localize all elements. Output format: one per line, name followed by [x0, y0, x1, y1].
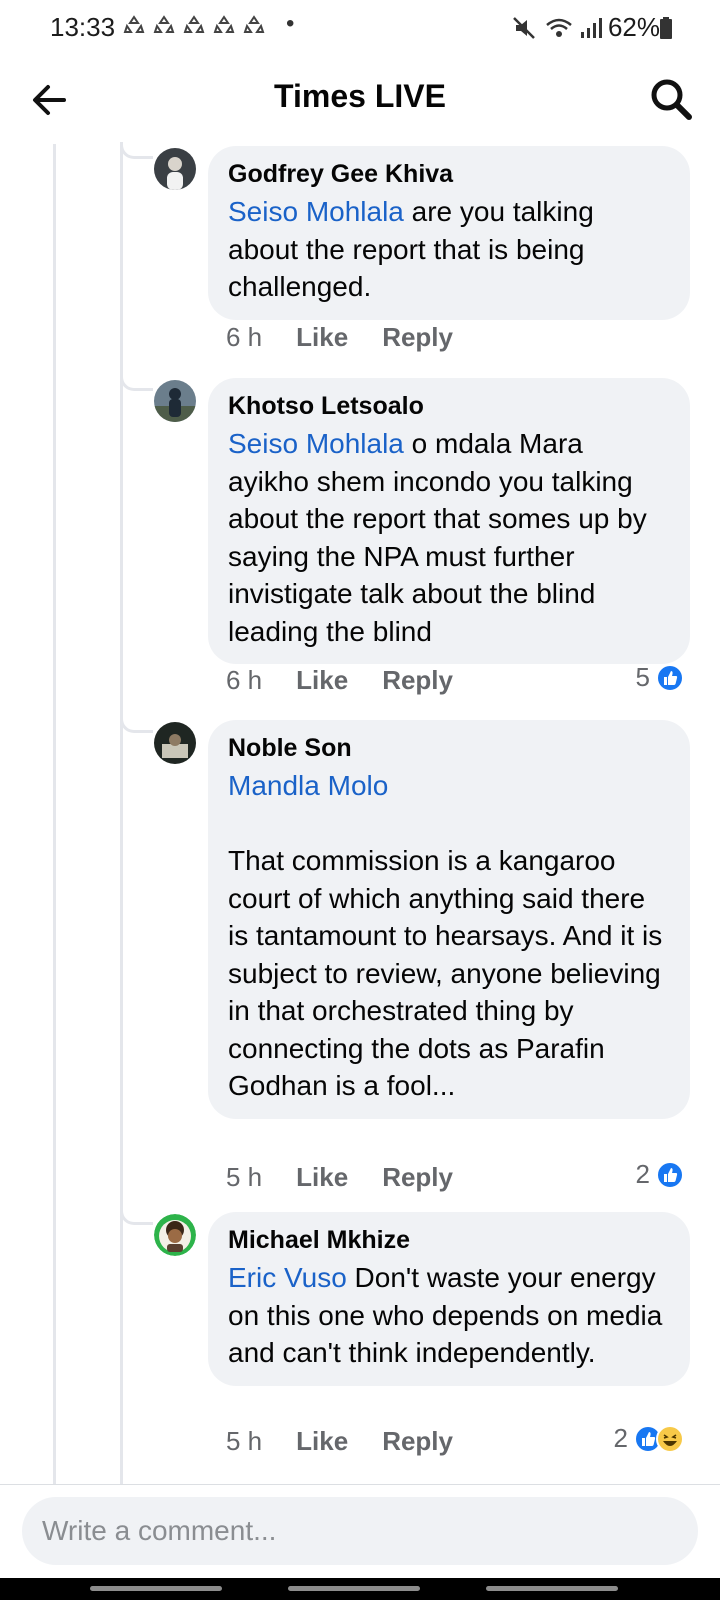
mention-link[interactable]: Seiso Mohlala: [228, 196, 404, 227]
system-navigation-bar: [0, 1578, 720, 1600]
comment-time[interactable]: 6 h: [226, 665, 262, 696]
reaction-summary[interactable]: 2: [636, 1159, 684, 1190]
reply-button[interactable]: Reply: [382, 1426, 453, 1457]
comment-bubble[interactable]: Michael Mkhize Eric Vuso Don't waste you…: [208, 1212, 690, 1386]
more-notifications-dot: •: [286, 10, 295, 37]
back-nav-button[interactable]: [486, 1586, 618, 1591]
recycle-notification-icon: [183, 15, 205, 33]
comment-author[interactable]: Noble Son: [228, 734, 670, 763]
comment-author[interactable]: Khotso Letsoalo: [228, 392, 670, 421]
comment-time[interactable]: 6 h: [226, 322, 262, 353]
comment-time[interactable]: 5 h: [226, 1426, 262, 1457]
recycle-notification-icon: [123, 15, 145, 33]
status-time: 13:33: [50, 12, 116, 42]
reaction-count: 5: [635, 662, 650, 692]
comment-text: Eric Vuso Don't waste your energy on thi…: [228, 1259, 670, 1372]
comment-time[interactable]: 5 h: [226, 1162, 262, 1193]
haha-reaction-icon: [656, 1424, 684, 1453]
battery-percent: 62%: [607, 12, 660, 42]
mention-link[interactable]: Seiso Mohlala: [228, 428, 404, 459]
like-reaction-icon: [656, 663, 684, 692]
reply-button[interactable]: Reply: [382, 322, 453, 353]
reply-connector: [120, 374, 153, 391]
comment-text: Mandla Molo That commission is a kangaro…: [228, 767, 670, 1105]
comment-actions: 5 h Like Reply: [226, 1426, 453, 1457]
comment-author[interactable]: Michael Mkhize: [228, 1226, 670, 1255]
comment-input[interactable]: [22, 1497, 698, 1565]
avatar[interactable]: [154, 380, 196, 422]
signal-icon: [580, 17, 602, 38]
comment-actions: 6 h Like Reply: [226, 665, 453, 696]
like-button[interactable]: Like: [296, 322, 348, 353]
app-header: Times LIVE: [0, 56, 720, 144]
mute-icon: [513, 16, 535, 39]
recents-button[interactable]: [90, 1586, 222, 1591]
mention-link[interactable]: Eric Vuso: [228, 1262, 347, 1293]
notification-icons: [122, 14, 266, 38]
status-bar: 13:33 • 62%: [0, 0, 720, 56]
comment-body: o mdala Mara ayikho shem incondo you tal…: [228, 428, 655, 647]
avatar[interactable]: [154, 722, 196, 764]
avatar[interactable]: [154, 1214, 196, 1256]
avatar[interactable]: [154, 148, 196, 190]
search-icon[interactable]: [648, 76, 694, 122]
mention-link[interactable]: Mandla Molo: [228, 770, 388, 801]
wifi-icon: [546, 18, 572, 37]
reply-connector: [120, 1208, 153, 1225]
comment-author[interactable]: Godfrey Gee Khiva: [228, 160, 670, 189]
recycle-notification-icon: [243, 15, 265, 33]
page-title: Times LIVE: [274, 78, 446, 114]
reply-button[interactable]: Reply: [382, 1162, 453, 1193]
like-button[interactable]: Like: [296, 665, 348, 696]
reply-button[interactable]: Reply: [382, 665, 453, 696]
home-button[interactable]: [288, 1586, 420, 1591]
comment-bubble[interactable]: Noble Son Mandla Molo That commission is…: [208, 720, 690, 1119]
reply-connector: [120, 142, 153, 159]
comment-text: Seiso Mohlala are you talking about the …: [228, 193, 670, 306]
reaction-count: 2: [613, 1423, 628, 1453]
like-button[interactable]: Like: [296, 1426, 348, 1457]
comment-actions: 6 h Like Reply: [226, 322, 453, 353]
like-button[interactable]: Like: [296, 1162, 348, 1193]
comment-bubble[interactable]: Godfrey Gee Khiva Seiso Mohlala are you …: [208, 146, 690, 320]
comment-actions: 5 h Like Reply: [226, 1162, 453, 1193]
recycle-notification-icon: [213, 15, 235, 33]
battery-icon: [660, 17, 672, 39]
thread-line: [120, 144, 123, 1484]
recycle-notification-icon: [153, 15, 175, 33]
reaction-summary[interactable]: 2: [614, 1423, 684, 1454]
comment-body: That commission is a kangaroo court of w…: [228, 845, 663, 1101]
thread-line: [53, 144, 56, 1484]
like-reaction-icon: [656, 1160, 684, 1189]
reaction-summary[interactable]: 5: [636, 662, 684, 693]
comment-bubble[interactable]: Khotso Letsoalo Seiso Mohlala o mdala Ma…: [208, 378, 690, 664]
status-right: 62%: [512, 12, 660, 43]
reply-connector: [120, 716, 153, 733]
reaction-count: 2: [635, 1159, 650, 1189]
comment-text: Seiso Mohlala o mdala Mara ayikho shem i…: [228, 425, 670, 650]
